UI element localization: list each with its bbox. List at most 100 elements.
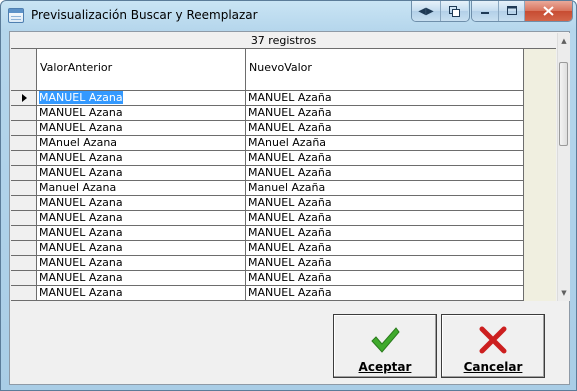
cell-valor-anterior[interactable]: MANUEL Azana (37, 151, 246, 166)
scroll-up-arrow-icon[interactable]: ▲ (558, 33, 570, 49)
cell-text: MANUEL Azana (39, 211, 123, 224)
cell-nuevo-valor[interactable]: MANUEL Azaña (246, 121, 524, 136)
cell-valor-anterior[interactable]: MANUEL Azana (37, 196, 246, 211)
cell-valor-anterior[interactable]: MANUEL Azana (37, 106, 246, 121)
row-indicator[interactable] (11, 196, 37, 211)
table-row[interactable]: MANUEL Azana MANUEL Azaña (11, 166, 556, 181)
current-row-arrow-icon (22, 94, 27, 102)
cell-text: MANUEL Azaña (248, 106, 332, 119)
cell-text: MAnuel Azana (39, 136, 118, 149)
close-icon (543, 6, 554, 16)
cell-valor-anterior[interactable]: Manuel Azana (37, 181, 246, 196)
column-header-nuevo-valor[interactable]: NuevoValor (246, 49, 524, 91)
row-indicator[interactable] (11, 151, 37, 166)
table-row[interactable]: MANUEL Azana MANUEL Azaña (11, 106, 556, 121)
cell-text: MANUEL Azana (39, 226, 123, 239)
scrollbar-thumb[interactable] (559, 62, 568, 146)
cell-nuevo-valor[interactable]: MANUEL Azaña (246, 226, 524, 241)
cell-valor-anterior[interactable]: MANUEL Azana (37, 256, 246, 271)
x-mark-icon (479, 326, 507, 354)
dock-button[interactable]: ◀▶ (412, 1, 440, 21)
table-row[interactable]: MANUEL Azana MANUEL Azaña (11, 226, 556, 241)
table-row[interactable]: MANUEL Azana MANUEL Azaña (11, 91, 556, 106)
cell-valor-anterior[interactable]: MANUEL Azana (37, 166, 246, 181)
table-row[interactable]: MANUEL Azana MANUEL Azaña (11, 151, 556, 166)
cell-nuevo-valor[interactable]: MAnuel Azaña (246, 136, 524, 151)
row-indicator[interactable] (11, 136, 37, 151)
cell-text: MANUEL Azana (39, 271, 123, 284)
table-row[interactable]: MAnuel Azana MAnuel Azaña (11, 136, 556, 151)
table-row[interactable]: MANUEL Azana MANUEL Azaña (11, 196, 556, 211)
cell-nuevo-valor[interactable]: MANUEL Azaña (246, 166, 524, 181)
row-indicator[interactable] (11, 271, 37, 286)
cell-valor-anterior[interactable]: MANUEL Azana (37, 91, 246, 106)
row-indicator[interactable] (11, 166, 37, 181)
cell-text: MANUEL Azana (39, 196, 123, 209)
grid-rows: MANUEL Azana MANUEL Azaña MANUEL Azana MANU… (11, 91, 556, 301)
cell-nuevo-valor[interactable]: MANUEL Azaña (246, 256, 524, 271)
cell-text: MANUEL Azaña (248, 271, 332, 284)
table-row[interactable]: Manuel Azana Manuel Azaña (11, 181, 556, 196)
cell-text: MANUEL Azana (39, 106, 123, 119)
cell-text: MANUEL Azana (39, 91, 123, 104)
row-indicator-header (11, 49, 37, 91)
row-indicator[interactable] (11, 241, 37, 256)
row-indicator[interactable] (11, 211, 37, 226)
column-header-valor-anterior[interactable]: ValorAnterior (37, 49, 246, 91)
window-stack-icon (449, 5, 460, 17)
cell-text: Manuel Azana (39, 181, 117, 194)
cell-text: MANUEL Azaña (248, 121, 332, 134)
cell-nuevo-valor[interactable]: MANUEL Azaña (246, 271, 524, 286)
cell-valor-anterior[interactable]: MANUEL Azana (37, 211, 246, 226)
table-row[interactable]: MANUEL Azana MANUEL Azaña (11, 286, 556, 301)
cell-text: MANUEL Azaña (248, 241, 332, 254)
row-indicator[interactable] (11, 181, 37, 196)
accept-button[interactable]: Aceptar (333, 314, 437, 378)
cell-nuevo-valor[interactable]: MANUEL Azaña (246, 91, 524, 106)
row-indicator[interactable] (11, 106, 37, 121)
preview-grid[interactable]: 37 registros ValorAnterior NuevoValor MA… (11, 33, 556, 301)
cell-nuevo-valor[interactable]: Manuel Azaña (246, 181, 524, 196)
cell-text: MANUEL Azaña (248, 166, 332, 179)
table-row[interactable]: MANUEL Azana MANUEL Azaña (11, 211, 556, 226)
close-button[interactable] (524, 1, 572, 21)
scroll-down-arrow-icon[interactable]: ▼ (558, 285, 570, 301)
checkmark-icon (371, 327, 400, 353)
cancel-button[interactable]: Cancelar (441, 314, 545, 378)
row-indicator[interactable] (11, 286, 37, 301)
title-bar[interactable]: Previsualización Buscar y Reemplazar ◀▶ (1, 1, 576, 31)
row-indicator[interactable] (11, 256, 37, 271)
cell-nuevo-valor[interactable]: MANUEL Azaña (246, 151, 524, 166)
vertical-scrollbar[interactable]: ▲ ▼ (557, 33, 570, 301)
cell-valor-anterior[interactable]: MANUEL Azana (37, 226, 246, 241)
cell-text: MANUEL Azana (39, 166, 123, 179)
preview-window: Previsualización Buscar y Reemplazar ◀▶ … (0, 0, 577, 391)
table-row[interactable]: MANUEL Azana MANUEL Azaña (11, 271, 556, 286)
cell-nuevo-valor[interactable]: MANUEL Azaña (246, 106, 524, 121)
cell-text: MANUEL Azaña (248, 196, 332, 209)
row-indicator[interactable] (11, 121, 37, 136)
cell-text: MANUEL Azaña (248, 256, 332, 269)
row-indicator[interactable] (11, 91, 37, 106)
cell-nuevo-valor[interactable]: MANUEL Azaña (246, 286, 524, 301)
minimize-button[interactable] (472, 1, 498, 21)
minimize-icon (481, 12, 489, 14)
cell-nuevo-valor[interactable]: MANUEL Azaña (246, 211, 524, 226)
table-row[interactable]: MANUEL Azana MANUEL Azaña (11, 241, 556, 256)
maximize-button[interactable] (498, 1, 524, 21)
double-arrow-icon: ◀▶ (418, 5, 434, 17)
cell-valor-anterior[interactable]: MANUEL Azana (37, 286, 246, 301)
cell-valor-anterior[interactable]: MAnuel Azana (37, 136, 246, 151)
row-indicator[interactable] (11, 226, 37, 241)
cell-nuevo-valor[interactable]: MANUEL Azaña (246, 196, 524, 211)
cell-valor-anterior[interactable]: MANUEL Azana (37, 121, 246, 136)
cell-text: MANUEL Azaña (248, 151, 332, 164)
pin-button[interactable] (440, 1, 468, 21)
table-row[interactable]: MANUEL Azana MANUEL Azaña (11, 121, 556, 136)
cell-text: MANUEL Azana (39, 151, 123, 164)
cell-valor-anterior[interactable]: MANUEL Azana (37, 271, 246, 286)
cell-nuevo-valor[interactable]: MANUEL Azaña (246, 241, 524, 256)
grid-caption: 37 registros (11, 33, 556, 49)
table-row[interactable]: MANUEL Azana MANUEL Azaña (11, 256, 556, 271)
cell-valor-anterior[interactable]: MANUEL Azana (37, 241, 246, 256)
